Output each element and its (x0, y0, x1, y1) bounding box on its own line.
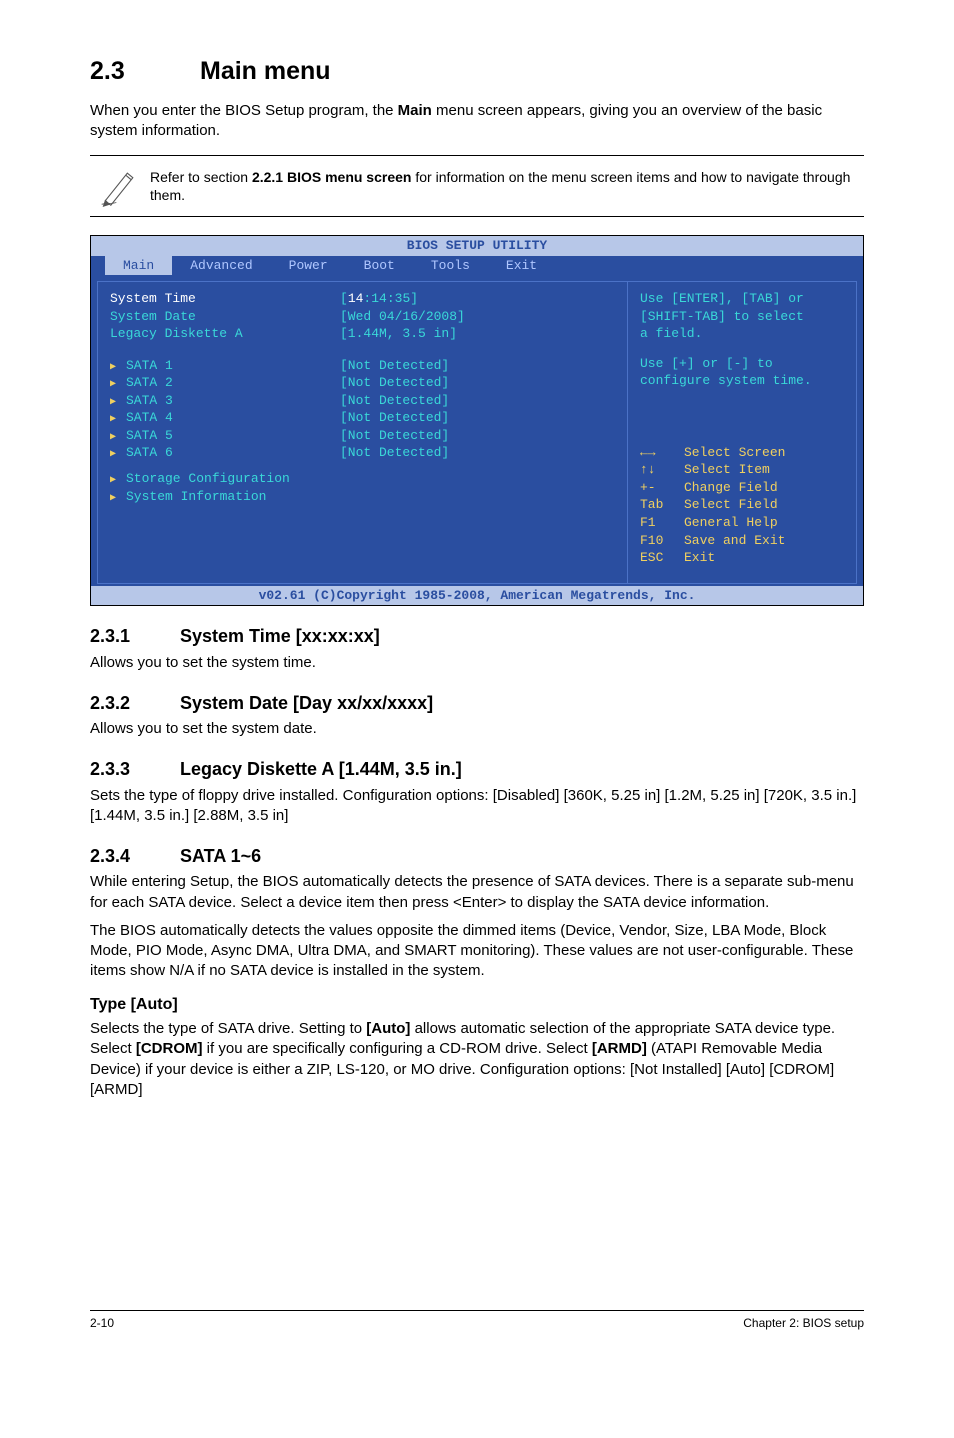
spacer (640, 343, 844, 355)
row-sata-1: ▶SATA 1[Not Detected] (110, 357, 615, 375)
text-232: Allows you to set the system date. (90, 719, 864, 739)
note-bold: 2.2.1 BIOS menu screen (252, 169, 412, 185)
system-date-value: [Wed 04/16/2008] (340, 308, 465, 326)
help-line: Use [ENTER], [TAB] or (640, 290, 844, 308)
section-number: 2.3 (90, 55, 200, 89)
row-sata-6: ▶SATA 6[Not Detected] (110, 444, 615, 462)
text-234-p2: The BIOS automatically detects the value… (90, 921, 864, 982)
spacer (110, 343, 615, 357)
row-system-time: System Time [14:14:35] (110, 290, 615, 308)
intro-paragraph: When you enter the BIOS Setup program, t… (90, 101, 864, 142)
help-line: a field. (640, 325, 844, 343)
menu-tools: Tools (413, 256, 488, 276)
triangle-icon: ▶ (110, 492, 120, 506)
triangle-icon: ▶ (110, 474, 120, 488)
text-231: Allows you to set the system time. (90, 653, 864, 673)
triangle-icon: ▶ (110, 361, 120, 375)
row-sata-4: ▶SATA 4[Not Detected] (110, 409, 615, 427)
triangle-icon: ▶ (110, 431, 120, 445)
note-text: Refer to section 2.2.1 BIOS menu screen … (150, 168, 864, 204)
note-box: Refer to section 2.2.1 BIOS menu screen … (90, 155, 864, 217)
row-legacy-diskette: Legacy Diskette A [1.44M, 3.5 in] (110, 325, 615, 343)
text-233: Sets the type of floppy drive installed.… (90, 786, 864, 827)
type-auto-text: Selects the type of SATA drive. Setting … (90, 1019, 864, 1100)
row-sata-3: ▶SATA 3[Not Detected] (110, 392, 615, 410)
row-sata-5: ▶SATA 5[Not Detected] (110, 427, 615, 445)
triangle-icon: ▶ (110, 378, 120, 392)
page-number: 2-10 (90, 1315, 114, 1331)
menu-advanced: Advanced (172, 256, 270, 276)
row-storage-config: ▶Storage Configuration (110, 470, 615, 488)
intro-pre: When you enter the BIOS Setup program, t… (90, 102, 398, 119)
chapter-label: Chapter 2: BIOS setup (743, 1315, 864, 1331)
help-keys: ←→Select Screen ↑↓Select Item +-Change F… (640, 444, 844, 567)
section-title: Main menu (200, 57, 331, 85)
row-sata-2: ▶SATA 2[Not Detected] (110, 374, 615, 392)
help-select-field: TabSelect Field (640, 496, 844, 514)
bios-title: BIOS SETUP UTILITY (91, 236, 863, 256)
row-system-info: ▶System Information (110, 488, 615, 506)
subsection-234: 2.3.4SATA 1~6 (90, 844, 864, 868)
subsection-231: 2.3.1System Time [xx:xx:xx] (90, 624, 864, 648)
text-234-p1: While entering Setup, the BIOS automatic… (90, 872, 864, 913)
legacy-diskette-value: [1.44M, 3.5 in] (340, 325, 457, 343)
triangle-icon: ▶ (110, 413, 120, 427)
bios-footer: v02.61 (C)Copyright 1985-2008, American … (91, 586, 863, 606)
help-change-field: +-Change Field (640, 479, 844, 497)
spacer (110, 462, 615, 470)
system-time-value: [14:14:35] (340, 290, 418, 308)
help-line: configure system time. (640, 372, 844, 390)
help-general-help: F1General Help (640, 514, 844, 532)
help-line: Use [+] or [-] to (640, 355, 844, 373)
subsection-233: 2.3.3Legacy Diskette A [1.44M, 3.5 in.] (90, 757, 864, 781)
triangle-icon: ▶ (110, 448, 120, 462)
bios-menubar: Main Advanced Power Boot Tools Exit (91, 256, 863, 276)
type-auto-heading: Type [Auto] (90, 994, 864, 1016)
menu-exit: Exit (488, 256, 555, 276)
help-save-exit: F10Save and Exit (640, 532, 844, 550)
bios-screenshot: BIOS SETUP UTILITY Main Advanced Power B… (90, 235, 864, 606)
bios-help-pane: Use [ENTER], [TAB] or [SHIFT-TAB] to sel… (627, 281, 857, 584)
help-select-screen: ←→Select Screen (640, 444, 844, 462)
triangle-icon: ▶ (110, 396, 120, 410)
bios-body: System Time [14:14:35] System Date [Wed … (91, 275, 863, 586)
menu-boot: Boot (346, 256, 413, 276)
section-heading: 2.3Main menu (90, 50, 864, 91)
legacy-diskette-label: Legacy Diskette A (110, 325, 340, 343)
menu-main: Main (105, 256, 172, 276)
subsection-232: 2.3.2System Date [Day xx/xx/xxxx] (90, 691, 864, 715)
page-footer: 2-10 Chapter 2: BIOS setup (90, 1310, 864, 1331)
row-system-date: System Date [Wed 04/16/2008] (110, 308, 615, 326)
note-pre: Refer to section (150, 169, 252, 185)
help-line: [SHIFT-TAB] to select (640, 308, 844, 326)
system-time-label: System Time (110, 290, 340, 308)
system-date-label: System Date (110, 308, 340, 326)
help-exit: ESCExit (640, 549, 844, 567)
bios-left-pane: System Time [14:14:35] System Date [Wed … (97, 281, 627, 584)
help-select-item: ↑↓Select Item (640, 461, 844, 479)
intro-bold: Main (398, 102, 432, 119)
menu-power: Power (271, 256, 346, 276)
pencil-icon (90, 164, 150, 208)
